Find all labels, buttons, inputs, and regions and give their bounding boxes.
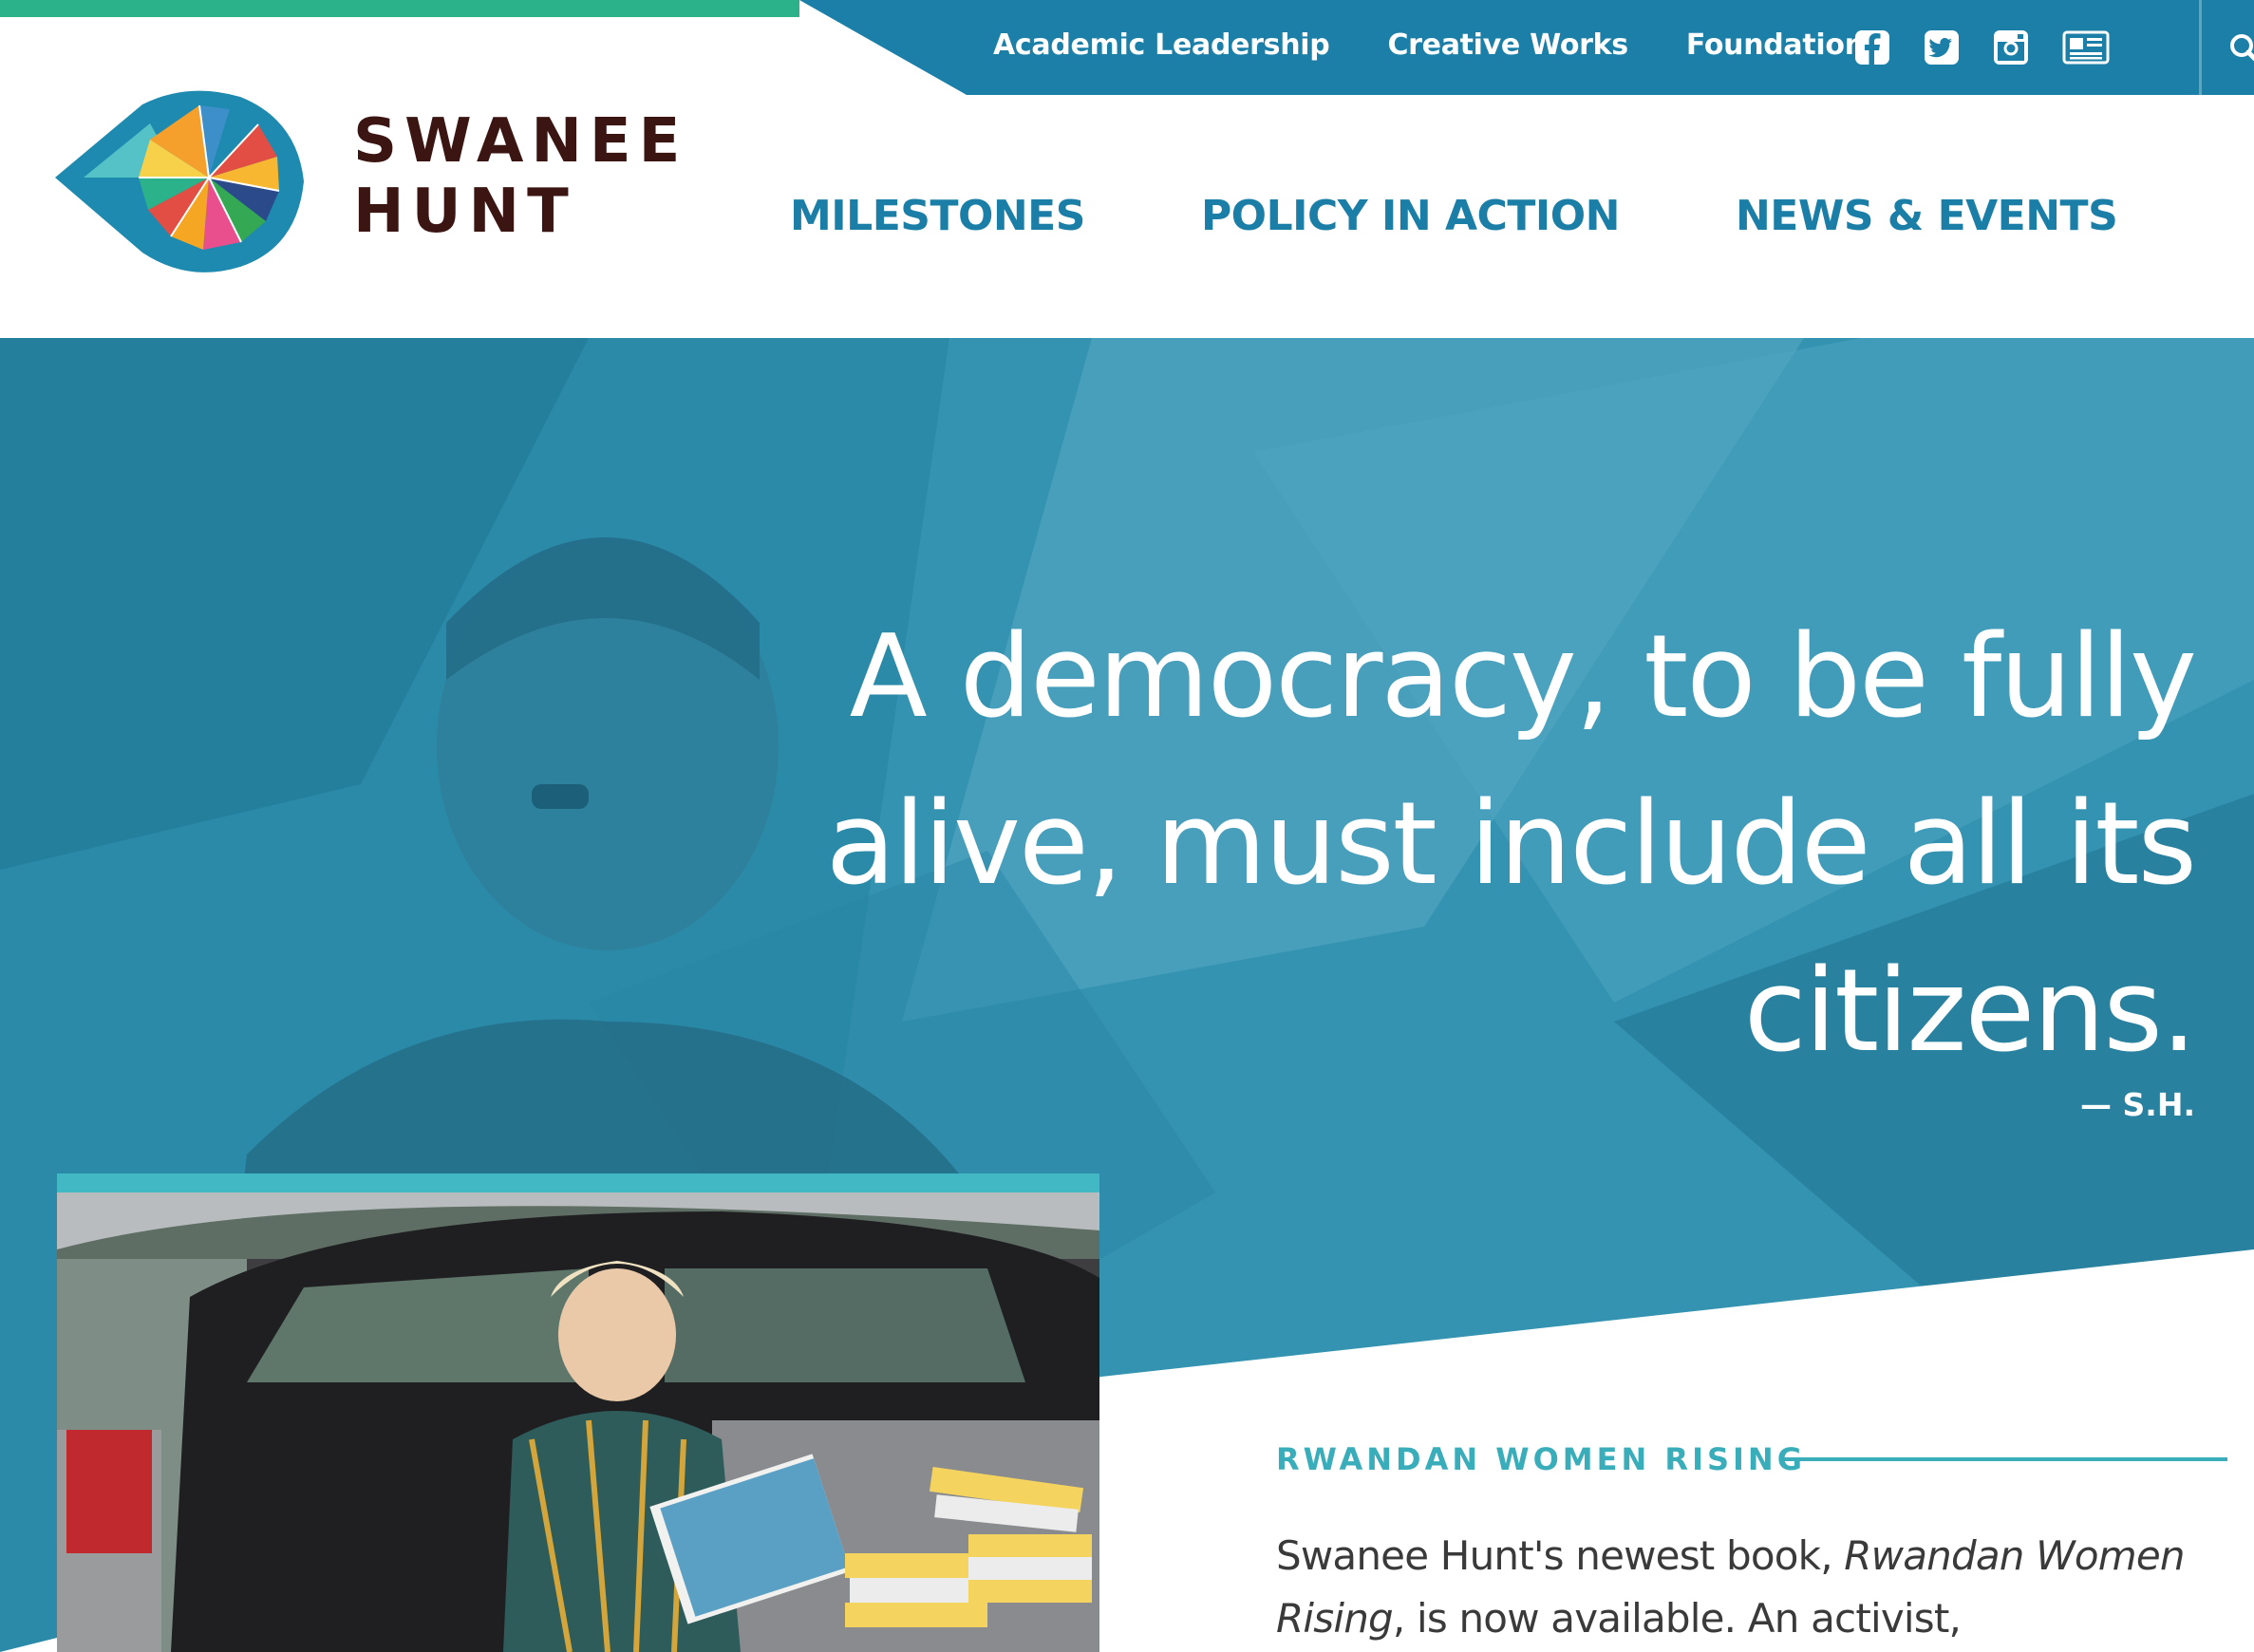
- utility-link-academic-leadership[interactable]: Academic Leadership: [993, 28, 1330, 62]
- feature-body-prefix: Swanee Hunt's newest book,: [1276, 1532, 1845, 1579]
- logo-line-2: HUNT: [353, 177, 576, 247]
- logo-line-1: SWANEE: [353, 106, 688, 177]
- utility-nav: Academic Leadership Creative Works Found…: [993, 28, 1923, 62]
- social-links: [1853, 28, 2142, 66]
- twitter-icon[interactable]: [1923, 28, 1961, 66]
- nav-milestones[interactable]: MILESTONES: [790, 192, 1085, 240]
- main-nav: MILESTONES POLICY IN ACTION NEWS & EVENT…: [790, 192, 2233, 240]
- feature-photo[interactable]: [57, 1192, 1099, 1652]
- nav-policy-in-action[interactable]: POLICY IN ACTION: [1201, 192, 1621, 240]
- hero-quote: A democracy, to be fully alive, must inc…: [825, 611, 2197, 1078]
- newspaper-icon[interactable]: [2061, 28, 2111, 66]
- feature-heading: RWANDAN WOMEN RISING: [1276, 1441, 1806, 1477]
- site-logo[interactable]: SWANEE HUNT: [353, 106, 687, 247]
- quote-attribution: — S.H.: [2080, 1086, 2195, 1123]
- nav-news-events[interactable]: NEWS & EVENTS: [1736, 192, 2118, 240]
- utility-link-foundation[interactable]: Foundation: [1686, 28, 1865, 62]
- feature-body: Swanee Hunt's newest book, Rwandan Women…: [1276, 1525, 2207, 1650]
- facebook-icon[interactable]: [1853, 28, 1891, 66]
- logo-icon[interactable]: [55, 82, 311, 275]
- search-icon[interactable]: [2222, 27, 2254, 68]
- feature-body-suffix: , is now available. An activist,: [1392, 1595, 1962, 1642]
- accent-strip: [0, 0, 799, 17]
- utility-bar: Academic Leadership Creative Works Found…: [0, 0, 2254, 95]
- search-divider: [2199, 0, 2202, 95]
- utility-link-creative-works[interactable]: Creative Works: [1387, 28, 1628, 62]
- instagram-icon[interactable]: [1992, 28, 2030, 66]
- heading-rule: [1781, 1457, 2227, 1461]
